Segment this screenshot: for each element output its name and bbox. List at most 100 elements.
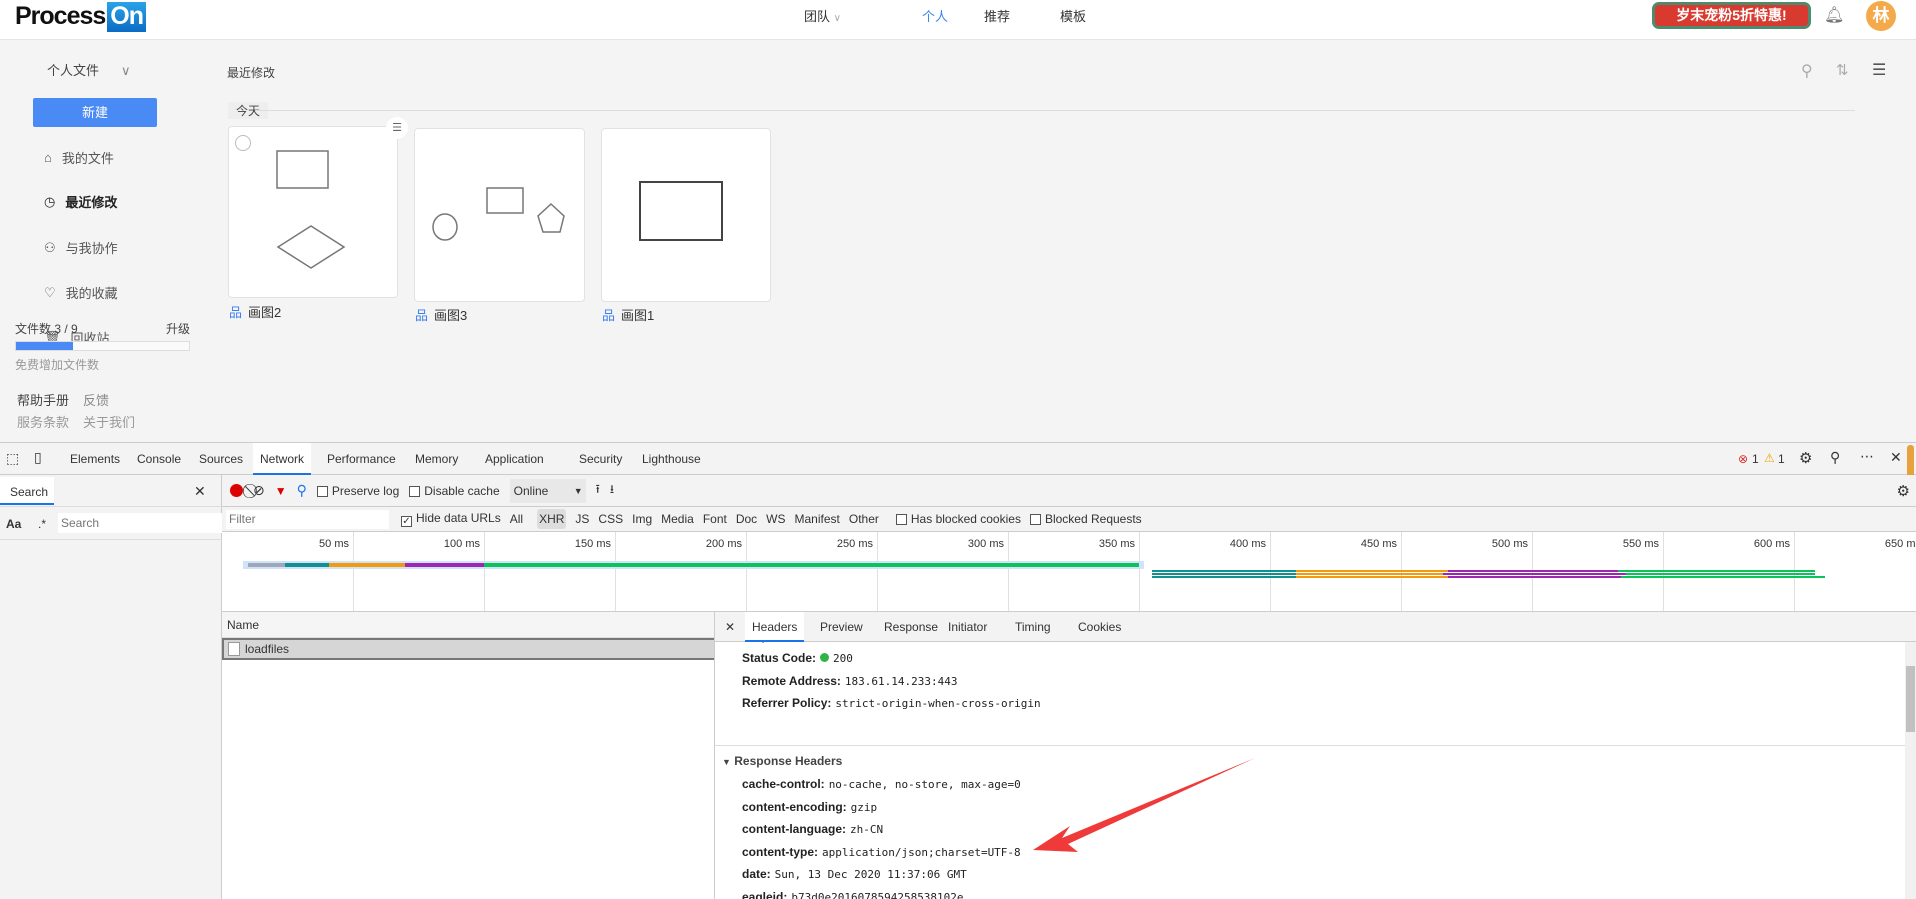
grid-line [615, 532, 616, 612]
filter-type-xhr[interactable]: XHR [537, 509, 566, 529]
filter-type-js[interactable]: JS [575, 512, 589, 526]
error-count[interactable]: 1 [1752, 452, 1759, 466]
filter-type-media[interactable]: Media [661, 512, 694, 526]
file-card[interactable] [601, 128, 771, 302]
feedback-link[interactable]: 反馈 [83, 390, 109, 409]
filter-icon[interactable]: ▼ [275, 484, 287, 498]
list-view-icon[interactable]: ☰ [1872, 60, 1886, 80]
tab-cookies[interactable]: Cookies [1071, 612, 1128, 642]
tab-network[interactable]: Network [253, 443, 311, 475]
file-card[interactable]: ☰ [228, 126, 398, 298]
upgrade-link[interactable]: 升级 [166, 320, 190, 337]
tab-response[interactable]: Response [877, 612, 945, 642]
tab-elements[interactable]: Elements [63, 443, 127, 475]
waterfall-segment [484, 563, 1139, 567]
sidebar-item-recent[interactable]: ◷最近修改 [44, 192, 117, 211]
filter-type-manifest[interactable]: Manifest [795, 512, 840, 526]
processon-logo[interactable]: ProcessOn [15, 2, 146, 32]
tab-search[interactable]: Search [0, 477, 54, 505]
tab-lighthouse[interactable]: Lighthouse [635, 443, 708, 475]
filter-type-img[interactable]: Img [632, 512, 652, 526]
request-row[interactable]: loadfiles [222, 638, 714, 660]
preserve-log-checkbox[interactable]: Preserve log [317, 484, 399, 498]
export-har-icon[interactable]: ⭳ [610, 480, 614, 501]
nav-recommend[interactable]: 推荐 [984, 6, 1010, 25]
tab-console[interactable]: Console [130, 443, 188, 475]
tab-initiator[interactable]: Initiator [941, 612, 994, 642]
import-har-icon[interactable]: ⭱ [596, 480, 600, 501]
time-tick: 550 ms [1599, 538, 1659, 550]
filter-type-doc[interactable]: Doc [736, 512, 757, 526]
promo-banner[interactable]: 岁末宠粉5折特惠! [1652, 2, 1811, 29]
waterfall-segment [405, 563, 484, 567]
nav-personal[interactable]: 个人 [922, 6, 948, 25]
filter-input[interactable] [226, 510, 389, 529]
regex-toggle[interactable]: .* [38, 517, 46, 531]
filter-type-ws[interactable]: WS [766, 512, 785, 526]
tab-security[interactable]: Security [572, 443, 629, 475]
hide-data-urls-checkbox[interactable]: ✓Hide data URLs [401, 511, 501, 527]
page-title: 最近修改 [227, 64, 275, 81]
search-icon[interactable]: ⚲ [1801, 61, 1813, 81]
sidebar-item-shared[interactable]: ⚇与我协作 [44, 238, 118, 257]
sidebar-item-favorites[interactable]: ♡我的收藏 [44, 283, 118, 302]
search-icon[interactable]: ⚲ [297, 482, 307, 499]
response-headers-section[interactable]: ▼ Response Headers [722, 754, 842, 768]
tab-performance[interactable]: Performance [320, 443, 403, 475]
file-label[interactable]: 品画图2 [229, 302, 281, 321]
file-card[interactable] [414, 128, 585, 302]
filter-type-css[interactable]: CSS [598, 512, 623, 526]
name-column-header[interactable]: Name [222, 612, 714, 638]
scrollbar[interactable] [1905, 642, 1916, 899]
tab-memory[interactable]: Memory [408, 443, 465, 475]
grid-line [746, 532, 747, 612]
free-more-link[interactable]: 免费增加文件数 [15, 356, 99, 373]
clear-icon[interactable]: ⃠⊘ [253, 482, 265, 499]
help-link[interactable]: 帮助手册 [17, 390, 69, 409]
search-input[interactable] [58, 513, 222, 533]
inspect-element-icon[interactable]: ⬚ [6, 450, 19, 467]
avatar[interactable]: 林 [1866, 1, 1896, 31]
bell-icon[interactable]: 🔔︎ [1824, 5, 1844, 25]
waterfall-segment [1448, 576, 1621, 578]
terms-link[interactable]: 服务条款 [17, 412, 69, 431]
tab-preview[interactable]: Preview [813, 612, 870, 642]
warning-count[interactable]: 1 [1778, 452, 1785, 466]
match-case-toggle[interactable]: Aa [6, 517, 21, 531]
scope-selector[interactable]: 个人文件∨ [47, 60, 131, 79]
nav-templates[interactable]: 模板 [1060, 6, 1086, 25]
nav-team[interactable]: 团队 ∨ [804, 6, 841, 25]
grid-line [1663, 532, 1664, 612]
home-icon: ⌂ [44, 150, 52, 165]
throttle-select[interactable]: Online▼ [510, 479, 586, 503]
tab-headers[interactable]: Headers [745, 612, 804, 642]
disable-cache-checkbox[interactable]: Disable cache [409, 484, 499, 498]
close-icon[interactable]: ✕ [725, 620, 735, 634]
close-devtools-icon[interactable]: ✕ [1890, 449, 1902, 466]
settings-icon[interactable]: ⚙ [1799, 449, 1812, 467]
network-settings-icon[interactable]: ⚙ [1897, 482, 1910, 500]
tab-sources[interactable]: Sources [192, 443, 250, 475]
filter-type-other[interactable]: Other [849, 512, 879, 526]
tab-timing[interactable]: Timing [1008, 612, 1058, 642]
blocked-requests-checkbox[interactable]: Blocked Requests [1030, 512, 1142, 526]
close-icon[interactable]: ✕ [194, 483, 206, 500]
tab-application[interactable]: Application [478, 443, 551, 475]
file-label[interactable]: 品画图3 [415, 305, 467, 324]
heart-icon: ♡ [44, 285, 56, 301]
waterfall-segment [1296, 576, 1448, 578]
file-label[interactable]: 品画图1 [602, 305, 654, 324]
filter-type-all[interactable]: All [510, 512, 523, 526]
new-button[interactable]: 新建 [33, 98, 157, 127]
filter-type-font[interactable]: Font [703, 512, 727, 526]
more-icon[interactable]: ⋯ [1860, 448, 1874, 465]
about-link[interactable]: 关于我们 [83, 412, 135, 431]
network-overview-timeline[interactable]: 50 ms100 ms150 ms200 ms250 ms300 ms350 m… [222, 532, 1916, 612]
feedback-icon[interactable]: ⚲ [1830, 449, 1840, 466]
device-toolbar-icon[interactable]: ▯ [34, 449, 42, 466]
has-blocked-cookies-checkbox[interactable]: Has blocked cookies [896, 512, 1021, 526]
sidebar-item-my-files[interactable]: ⌂我的文件 [44, 148, 114, 167]
waterfall-segment [248, 563, 285, 567]
record-button[interactable] [230, 484, 243, 497]
sort-icon[interactable]: ⇅ [1836, 61, 1849, 79]
